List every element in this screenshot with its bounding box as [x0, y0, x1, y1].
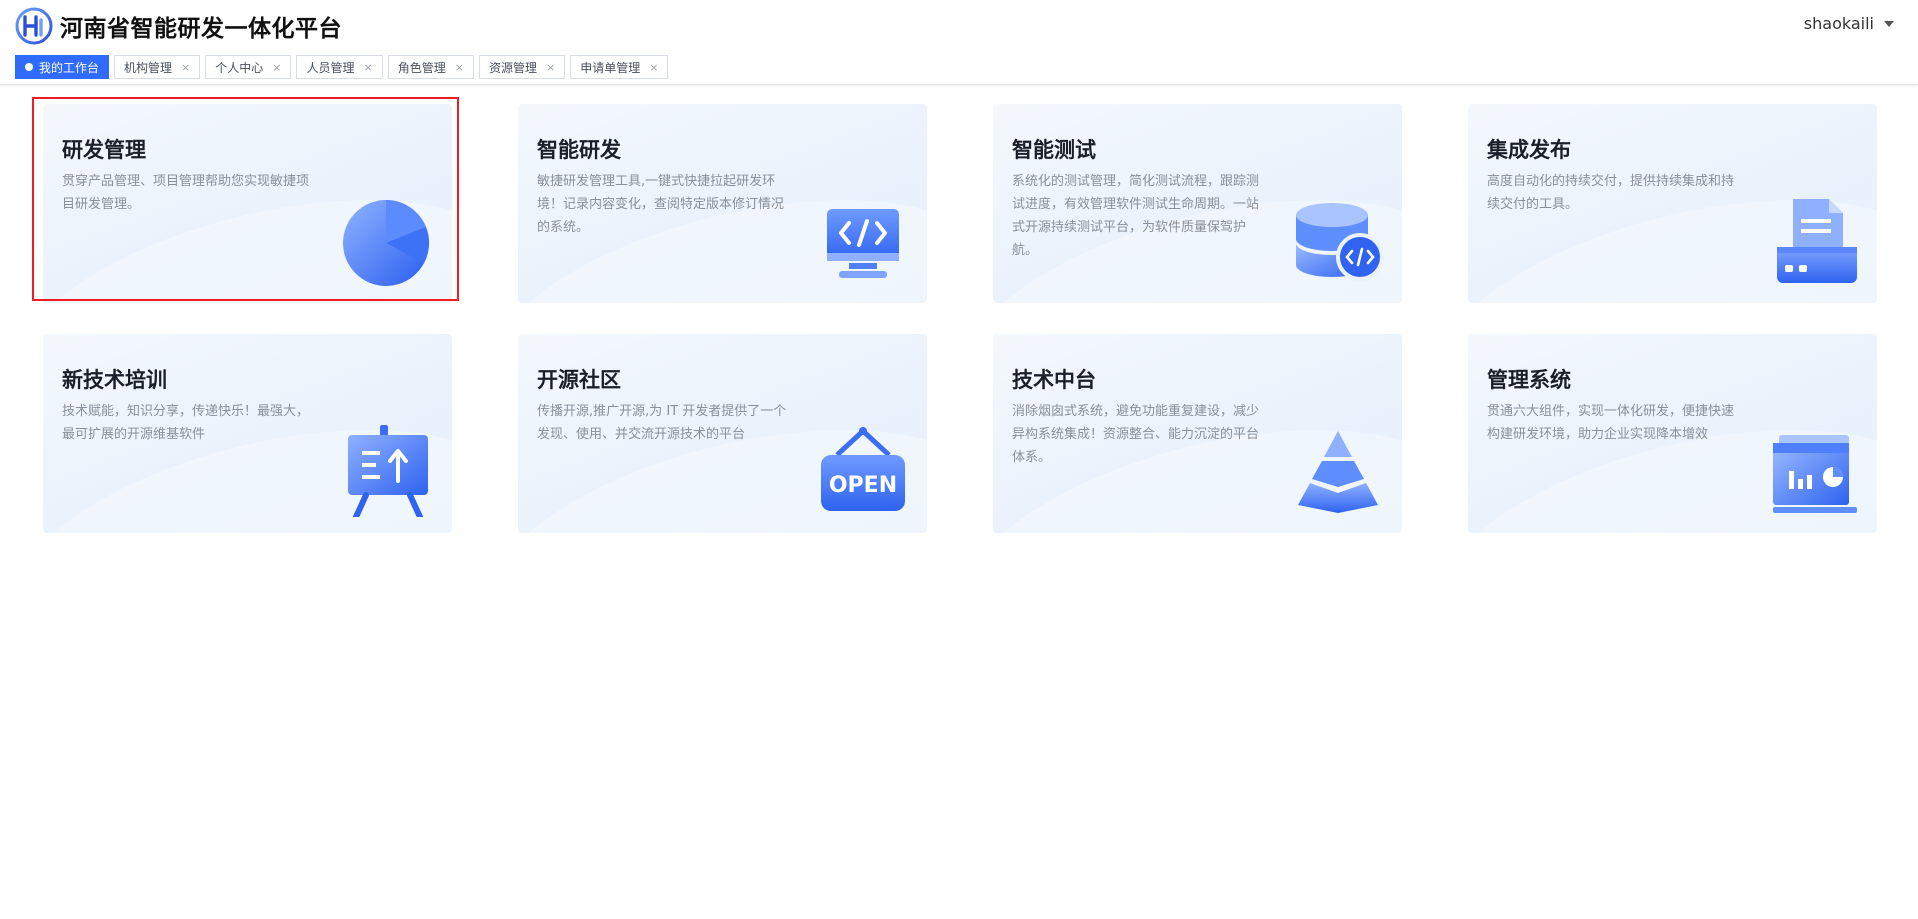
card-description: 贯穿产品管理、项目管理帮助您实现敏捷项目研发管理。 — [62, 174, 310, 212]
pie-chart-icon — [343, 199, 430, 286]
card-description: 敏捷研发管理工具,一键式快捷拉起研发环境！记录内容变化，查阅特定版本修订情况的系… — [537, 174, 785, 235]
close-icon[interactable]: × — [455, 61, 464, 74]
card-title: 智能研发 — [537, 138, 621, 162]
card-title: 开源社区 — [537, 368, 621, 392]
dashboard-window-icon — [1773, 435, 1857, 513]
tab-my-workbench[interactable]: 我的工作台 — [15, 55, 110, 79]
app-title: 河南省智能研发一体化平台 — [60, 16, 342, 42]
tab-label: 资源管理 — [488, 60, 537, 75]
pyramid-layers-icon — [1298, 431, 1378, 513]
presentation-board-icon — [348, 425, 428, 517]
code-monitor-icon — [827, 209, 899, 278]
tab-staff-management[interactable]: 人员管理 × — [296, 55, 383, 79]
card-open-source-community[interactable]: 开源社区 传播开源,推广开源,为 IT 开发者提供了一个发现、使用、并交流开源技… — [518, 334, 927, 533]
username: shaokaili — [1803, 14, 1874, 33]
tab-application-management[interactable]: 申请单管理 × — [570, 55, 669, 79]
card-smart-test[interactable]: 智能测试 系统化的测试管理，简化测试流程，跟踪测试进度，有效管理软件测试生命周期… — [993, 104, 1402, 303]
user-menu[interactable]: shaokaili — [1804, 14, 1894, 33]
card-description: 系统化的测试管理，简化测试流程，跟踪测试进度，有效管理软件测试生命周期。一站式开… — [1012, 174, 1260, 258]
tab-personal-center[interactable]: 个人中心 × — [205, 55, 292, 79]
card-description: 传播开源,推广开源,为 IT 开发者提供了一个发现、使用、并交流开源技术的平台 — [537, 404, 787, 442]
platform-logo-icon — [15, 7, 53, 45]
close-icon[interactable]: × — [272, 61, 281, 74]
card-smart-dev[interactable]: 智能研发 敏捷研发管理工具,一键式快捷拉起研发环境！记录内容变化，查阅特定版本修… — [518, 104, 927, 303]
database-code-icon — [1296, 203, 1384, 281]
tab-label: 申请单管理 — [580, 60, 641, 75]
tab-role-management[interactable]: 角色管理 × — [387, 55, 474, 79]
top-header: 河南省智能研发一体化平台 shaokaili 我的工作台 机构管理 × 个人中心… — [0, 0, 1918, 85]
tab-org-management[interactable]: 机构管理 × — [114, 55, 201, 79]
card-title: 集成发布 — [1487, 138, 1571, 162]
open-sign-text: OPEN — [829, 473, 897, 498]
card-title: 智能测试 — [1012, 138, 1096, 162]
card-title: 新技术培训 — [62, 368, 167, 392]
caret-down-icon — [1884, 20, 1894, 27]
card-title: 管理系统 — [1487, 368, 1571, 392]
tab-label: 我的工作台 — [39, 60, 100, 75]
card-management-system[interactable]: 管理系统 贯通六大组件，实现一体化研发，便捷快速构建研发环境，助力企业实现降本增… — [1468, 334, 1877, 533]
card-description: 消除烟囱式系统，避免功能重复建设，减少异构系统集成！资源整合、能力沉淀的平台体系… — [1012, 404, 1260, 465]
card-integration-release[interactable]: 集成发布 高度自动化的持续交付，提供持续集成和持续交付的工具。 — [1468, 104, 1877, 303]
close-icon[interactable]: × — [364, 61, 373, 74]
close-icon[interactable]: × — [649, 61, 658, 74]
close-icon[interactable]: × — [546, 61, 555, 74]
card-description: 高度自动化的持续交付，提供持续集成和持续交付的工具。 — [1487, 174, 1735, 212]
tab-resource-management[interactable]: 资源管理 × — [478, 55, 566, 79]
tab-bar: 我的工作台 机构管理 × 个人中心 × 人员管理 × 角色管理 × 资源管理 ×… — [15, 55, 669, 79]
close-icon[interactable]: × — [181, 61, 190, 74]
printer-document-icon — [1777, 199, 1857, 283]
tab-label: 个人中心 — [215, 60, 264, 75]
tab-label: 机构管理 — [124, 60, 173, 75]
card-tech-middle-platform[interactable]: 技术中台 消除烟囱式系统，避免功能重复建设，减少异构系统集成！资源整合、能力沉淀… — [993, 334, 1402, 533]
brand[interactable]: 河南省智能研发一体化平台 — [14, 6, 342, 46]
card-description: 贯通六大组件，实现一体化研发，便捷快速构建研发环境，助力企业实现降本增效 — [1487, 404, 1735, 442]
card-rd-management[interactable]: 研发管理 贯穿产品管理、项目管理帮助您实现敏捷项目研发管理。 — [43, 104, 452, 303]
card-description: 技术赋能，知识分享，传递快乐！最强大，最可扩展的开源维基软件 — [62, 404, 310, 442]
card-title: 技术中台 — [1012, 368, 1096, 392]
active-dot-icon — [25, 63, 33, 71]
open-sign-icon: OPEN — [821, 427, 905, 511]
card-tech-training[interactable]: 新技术培训 技术赋能，知识分享，传递快乐！最强大，最可扩展的开源维基软件 — [43, 334, 452, 533]
tab-label: 人员管理 — [306, 60, 355, 75]
tab-label: 角色管理 — [397, 60, 446, 75]
card-title: 研发管理 — [62, 138, 146, 162]
